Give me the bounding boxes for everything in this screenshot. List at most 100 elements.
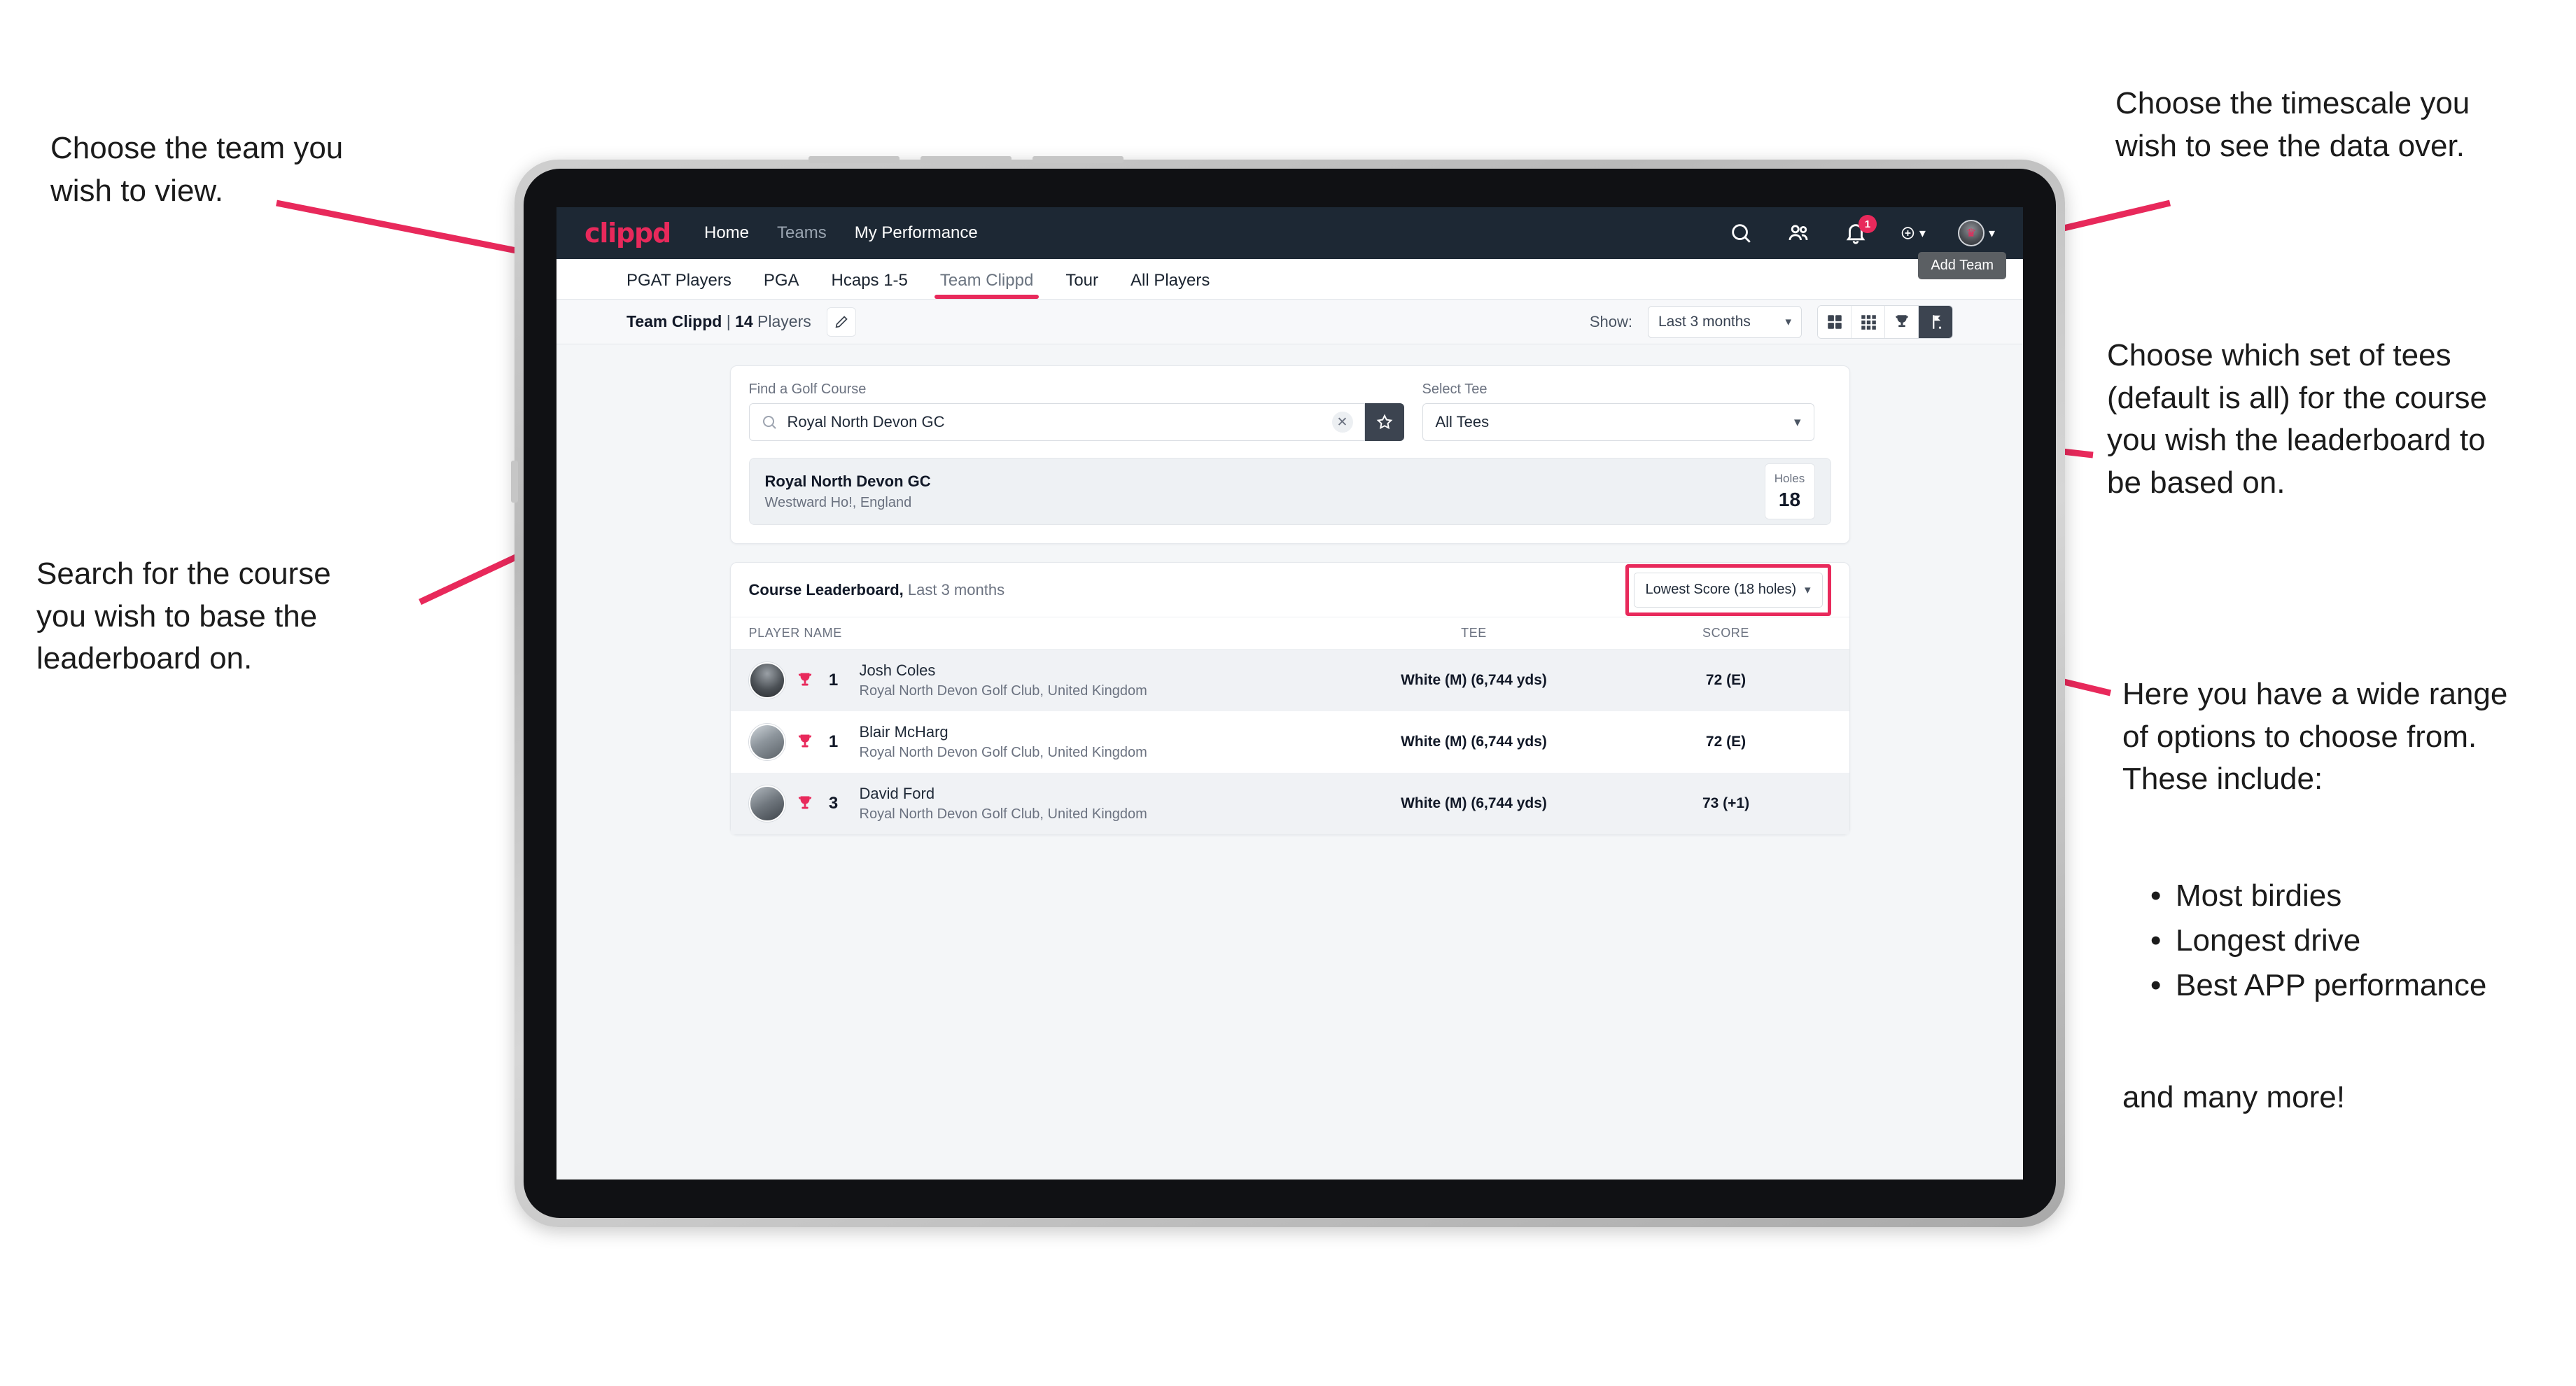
tablet-bezel: clippd Home Teams My Performance 1 ▾ ♛ ▾… bbox=[524, 169, 2056, 1218]
tablet-device: clippd Home Teams My Performance 1 ▾ ♛ ▾… bbox=[511, 156, 2065, 1227]
player-club: Royal North Devon Golf Club, United King… bbox=[859, 683, 1147, 699]
golf-flag-icon[interactable] bbox=[1919, 305, 1952, 338]
main-content: Find a Golf Course Royal North Devon GC … bbox=[556, 344, 2023, 835]
nav-link-my-performance[interactable]: My Performance bbox=[855, 223, 978, 243]
player-score: 72 (E) bbox=[1705, 672, 1746, 688]
bell-icon[interactable]: 1 bbox=[1843, 215, 1877, 246]
avatar bbox=[748, 662, 785, 699]
tee-dropdown-value: All Tees bbox=[1435, 413, 1490, 430]
table-row[interactable]: 1 Josh Coles Royal North Devon Golf Club… bbox=[730, 650, 1849, 711]
tab-all-players[interactable]: All Players bbox=[1130, 271, 1210, 299]
column-header-tee: TEE bbox=[1461, 626, 1487, 640]
course-search-wrap: Royal North Devon GC ✕ bbox=[748, 403, 1404, 441]
device-button-top-2 bbox=[920, 156, 1011, 163]
tab-pga[interactable]: PGA bbox=[764, 271, 799, 299]
leaderboard-title: Course Leaderboard, Last 3 months bbox=[749, 581, 1005, 599]
device-button-side bbox=[511, 461, 518, 503]
column-header-player-name: PLAYER NAME bbox=[748, 626, 842, 640]
teambar-controls: Show: Last 3 months ▾ bbox=[1590, 304, 1953, 339]
search-input[interactable]: Royal North Devon GC ✕ bbox=[748, 403, 1365, 441]
nav-link-teams[interactable]: Teams bbox=[777, 223, 827, 243]
search-input-value: Royal North Devon GC bbox=[787, 413, 945, 430]
tee-select-field: Select Tee All Tees ▾ bbox=[1422, 382, 1814, 441]
bullet-dot-icon: • bbox=[2150, 923, 2162, 958]
chevron-down-icon[interactable]: ▾ bbox=[1989, 226, 1995, 241]
tab-hcaps-1-5[interactable]: Hcaps 1-5 bbox=[832, 271, 908, 299]
nav-link-home[interactable]: Home bbox=[704, 223, 749, 243]
player-name: Josh Coles bbox=[859, 662, 936, 679]
grid-large-icon[interactable] bbox=[1818, 305, 1851, 338]
player-rank: 3 bbox=[828, 794, 839, 813]
player-tee: White (M) (6,744 yds) bbox=[1401, 672, 1547, 688]
star-icon[interactable] bbox=[1364, 403, 1404, 441]
holes-label: Holes bbox=[1774, 472, 1805, 485]
search-icon bbox=[762, 416, 776, 429]
course-result-item[interactable]: Royal North Devon GC Westward Ho!, Engla… bbox=[748, 458, 1831, 525]
avatar[interactable]: ♛ ▾ bbox=[1957, 220, 1995, 246]
player-name: David Ford bbox=[859, 785, 935, 802]
timescale-dropdown[interactable]: Last 3 months ▾ bbox=[1648, 305, 1802, 338]
tab-team-clippd[interactable]: Team Clippd bbox=[934, 271, 1040, 299]
option-item-1: Longest drive bbox=[2176, 923, 2361, 958]
timescale-value: Last 3 months bbox=[1658, 313, 1751, 330]
search-icon[interactable] bbox=[1728, 220, 1754, 246]
bullet-dot-icon: • bbox=[2150, 878, 2162, 913]
team-summary-bar: Team Clippd | 14 Players Show: Last 3 mo… bbox=[556, 300, 2023, 344]
chevron-down-icon: ▾ bbox=[1793, 414, 1801, 430]
grid-small-icon[interactable] bbox=[1851, 305, 1885, 338]
notification-badge: 1 bbox=[1858, 215, 1877, 233]
player-club: Royal North Devon Golf Club, United King… bbox=[859, 745, 1147, 760]
annotation-select-tees: Choose which set of tees (default is all… bbox=[2107, 338, 2487, 500]
course-location: Westward Ho!, England bbox=[764, 494, 912, 510]
leaderboard-column-headers: PLAYER NAME TEE SCORE bbox=[730, 617, 1849, 650]
leaderboard-sort-dropdown[interactable]: Lowest Score (18 holes) ▾ bbox=[1633, 572, 1823, 608]
course-result-text: Royal North Devon GC Westward Ho!, Engla… bbox=[765, 472, 931, 511]
trophy-icon[interactable] bbox=[1885, 305, 1919, 338]
plus-circle-icon[interactable]: ▾ bbox=[1900, 220, 1926, 246]
team-tabs: PGAT Players PGA Hcaps 1-5 Team Clippd T… bbox=[556, 252, 2023, 300]
player-name: Blair McHarg bbox=[859, 723, 948, 741]
player-count: 14 bbox=[735, 312, 753, 330]
player-score: 72 (E) bbox=[1705, 734, 1746, 750]
leaderboard-header: Course Leaderboard, Last 3 months Lowest… bbox=[730, 563, 1849, 617]
bullet-dot-icon: • bbox=[2150, 967, 2162, 1002]
leaderboard-sort-highlight: Lowest Score (18 holes) ▾ bbox=[1625, 564, 1831, 616]
leaderboard-sort-value: Lowest Score (18 holes) bbox=[1645, 582, 1797, 597]
chevron-down-icon[interactable]: ▾ bbox=[1919, 226, 1926, 241]
player-score: 73 (+1) bbox=[1702, 795, 1750, 811]
option-item-2: Best APP performance bbox=[2176, 967, 2487, 1002]
player-tee: White (M) (6,744 yds) bbox=[1401, 734, 1547, 750]
player-cell: 3 David Ford Royal North Devon Golf Club… bbox=[748, 785, 1327, 822]
player-info: David Ford Royal North Devon Golf Club, … bbox=[860, 785, 1147, 822]
table-row[interactable]: 1 Blair McHarg Royal North Devon Golf Cl… bbox=[731, 711, 1849, 773]
annotation-options-intro: Here you have a wide range of options to… bbox=[2122, 677, 2508, 797]
people-icon[interactable] bbox=[1786, 220, 1811, 246]
player-rank: 1 bbox=[828, 732, 839, 751]
player-info: Josh Coles Royal North Devon Golf Club, … bbox=[860, 662, 1147, 699]
course-name: Royal North Devon GC bbox=[764, 472, 931, 490]
annotation-timescale: Choose the timescale you wish to see the… bbox=[2115, 86, 2470, 163]
nav-links: Home Teams My Performance bbox=[704, 223, 978, 243]
tab-tour[interactable]: Tour bbox=[1065, 271, 1098, 299]
pencil-icon[interactable] bbox=[826, 307, 856, 337]
chevron-down-icon: ▾ bbox=[1804, 582, 1811, 596]
view-mode-toggle bbox=[1817, 304, 1953, 339]
tab-pgat-players[interactable]: PGAT Players bbox=[626, 271, 732, 299]
close-icon[interactable]: ✕ bbox=[1331, 412, 1353, 433]
leaderboard-title-sub: Last 3 months bbox=[903, 580, 1005, 598]
select-tee-label: Select Tee bbox=[1422, 382, 1488, 397]
column-header-score: SCORE bbox=[1702, 626, 1749, 640]
team-separator: | bbox=[722, 312, 736, 330]
player-rank: 1 bbox=[828, 671, 839, 690]
course-leaderboard-card: Course Leaderboard, Last 3 months Lowest… bbox=[729, 562, 1850, 835]
nav-right-icons: 1 ▾ ♛ ▾ bbox=[1728, 215, 1995, 246]
avatar bbox=[748, 724, 785, 760]
tee-dropdown[interactable]: All Tees ▾ bbox=[1422, 403, 1814, 441]
clippd-logo[interactable]: clippd bbox=[584, 218, 671, 248]
table-row[interactable]: 3 David Ford Royal North Devon Golf Club… bbox=[730, 773, 1849, 834]
player-cell: 1 Blair McHarg Royal North Devon Golf Cl… bbox=[748, 723, 1327, 761]
search-fields-row: Find a Golf Course Royal North Devon GC … bbox=[748, 382, 1831, 441]
players-word: Players bbox=[752, 312, 811, 330]
annotation-choose-team: Choose the team you wish to view. bbox=[50, 131, 344, 208]
add-team-tooltip: Add Team bbox=[1918, 252, 2006, 279]
